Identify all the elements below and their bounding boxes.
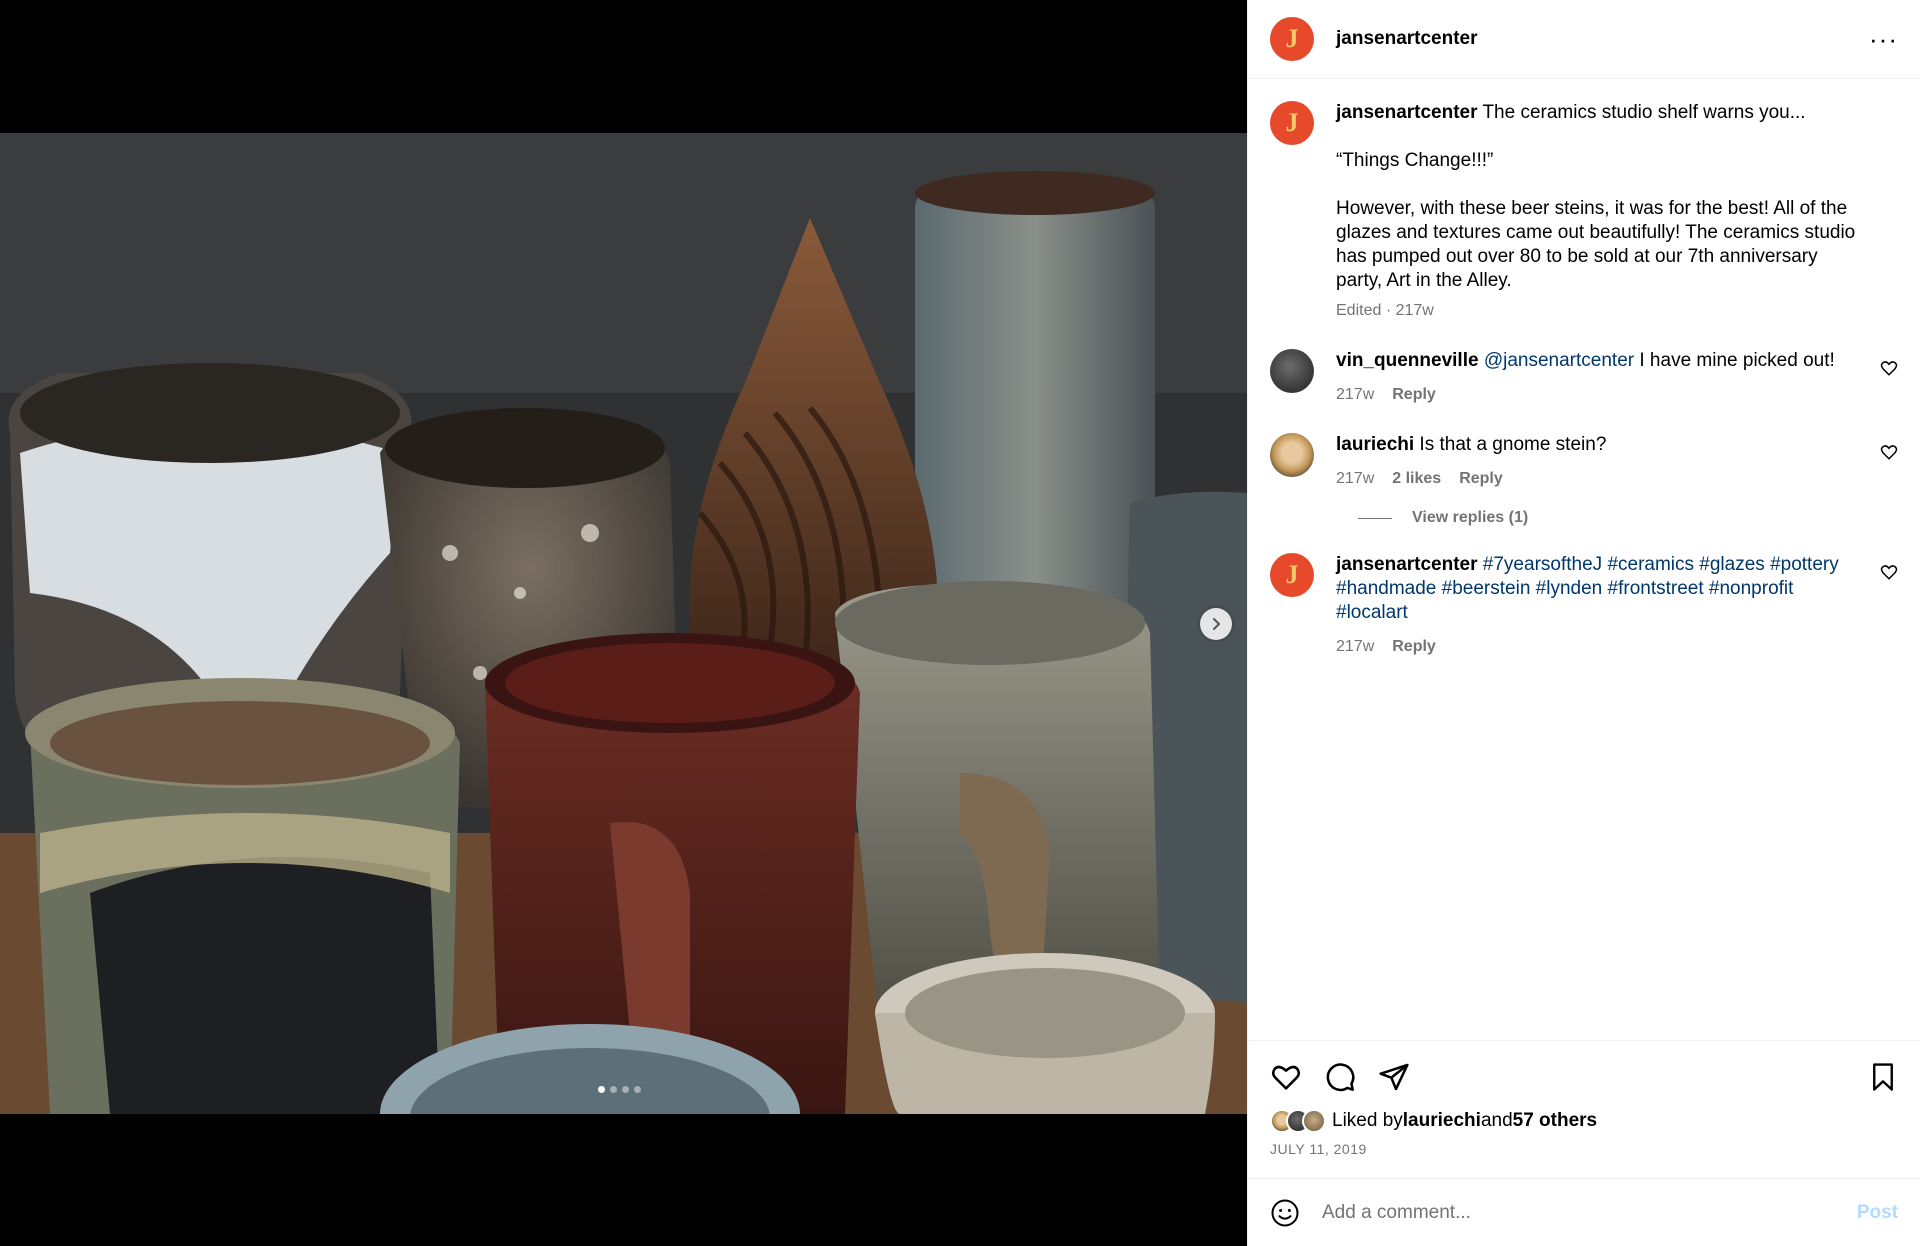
post-date: JULY 11, 2019 (1270, 1141, 1367, 1157)
view-replies-label: View replies (1) (1412, 509, 1529, 526)
comment-input[interactable] (1322, 1201, 1857, 1224)
comment-likes[interactable]: 2 likes (1392, 467, 1441, 491)
more-horizontal-icon[interactable]: ··· (1869, 26, 1898, 52)
caption-text: The ceramics studio shelf warns you... (1482, 102, 1806, 123)
heart-icon[interactable] (1880, 563, 1898, 581)
ceramics-photo (0, 133, 1247, 1114)
heart-icon[interactable] (1270, 1061, 1302, 1093)
heart-icon[interactable] (1880, 443, 1898, 461)
caption-text: “Things Change!!!” (1336, 150, 1494, 171)
hashtag-link[interactable]: #ceramics (1607, 554, 1694, 575)
header-username[interactable]: jansenartcenter (1336, 28, 1478, 50)
comment-composer: Post (1248, 1178, 1920, 1246)
comment-item: vin_quenneville @jansenartcenter I have … (1270, 349, 1898, 407)
bookmark-icon[interactable] (1868, 1061, 1898, 1093)
reply-button[interactable]: Reply (1392, 635, 1436, 659)
comment-text: I have mine picked out! (1634, 350, 1835, 371)
comment-item: lauriechi Is that a gnome stein? 217w 2 … (1270, 433, 1898, 491)
avatar (1302, 1109, 1326, 1133)
hashtag-link[interactable]: #7yearsoftheJ (1483, 554, 1602, 575)
hashtag-link[interactable]: #localart (1336, 602, 1408, 623)
hashtag-link[interactable]: #lynden (1536, 578, 1603, 599)
likes-summary: Liked by lauriechi and 57 others (1270, 1109, 1898, 1133)
chevron-right-icon (1213, 618, 1221, 630)
comment-username[interactable]: lauriechi (1336, 434, 1414, 455)
post-side-panel: J jansenartcenter ··· J jansenartcenter … (1247, 0, 1920, 1246)
view-replies-button[interactable]: View replies (1) (1358, 509, 1898, 527)
comment-text: Is that a gnome stein? (1414, 434, 1607, 455)
heart-icon[interactable] (1880, 359, 1898, 377)
hashtag-link[interactable]: #pottery (1770, 554, 1839, 575)
comment-username[interactable]: vin_quenneville (1336, 350, 1479, 371)
send-icon[interactable] (1378, 1061, 1410, 1093)
likes-mid: and (1480, 1110, 1513, 1131)
carousel-dot (622, 1086, 629, 1093)
comment-time: 217w (1336, 470, 1375, 487)
caption-username[interactable]: jansenartcenter (1336, 102, 1478, 123)
avatar[interactable] (1270, 349, 1314, 393)
post-comment-button[interactable]: Post (1857, 1202, 1898, 1224)
caption-text: However, with these beer steins, it was … (1336, 198, 1856, 291)
comment-time: 217w (1336, 638, 1375, 655)
avatar[interactable]: J (1270, 17, 1314, 61)
carousel-dot (610, 1086, 617, 1093)
comment-item: J jansenartcenter #7yearsoftheJ #ceramic… (1270, 553, 1898, 659)
likes-others-link[interactable]: 57 others (1513, 1110, 1597, 1132)
post-actions: Liked by lauriechi and 57 others JULY 11… (1248, 1040, 1920, 1157)
carousel-dot (634, 1086, 641, 1093)
avatar[interactable]: J (1270, 101, 1314, 145)
liked-by-user-link[interactable]: lauriechi (1403, 1110, 1481, 1132)
comment-icon[interactable] (1324, 1061, 1356, 1093)
comments-list: J jansenartcenter The ceramics studio sh… (1248, 79, 1920, 1039)
comment-username[interactable]: jansenartcenter (1336, 554, 1478, 575)
reply-button[interactable]: Reply (1459, 467, 1503, 491)
post-media (0, 0, 1247, 1246)
likes-prefix: Liked by (1332, 1110, 1403, 1131)
post-header: J jansenartcenter ··· (1248, 0, 1920, 79)
avatar[interactable]: J (1270, 553, 1314, 597)
hashtag-link[interactable]: #handmade (1336, 578, 1436, 599)
next-slide-button[interactable] (1200, 608, 1232, 640)
liker-avatars (1270, 1109, 1326, 1133)
hashtag-link[interactable]: #glazes (1699, 554, 1765, 575)
emoji-icon[interactable] (1270, 1198, 1300, 1228)
post-photo (0, 133, 1247, 1114)
avatar[interactable] (1270, 433, 1314, 477)
caption-edited-time: Edited · 217w (1336, 302, 1434, 319)
divider (1358, 517, 1392, 519)
comment-mention[interactable]: @jansenartcenter (1484, 350, 1634, 371)
hashtag-link[interactable]: #frontstreet (1608, 578, 1704, 599)
hashtag-link[interactable]: #nonprofit (1709, 578, 1794, 599)
reply-button[interactable]: Reply (1392, 383, 1436, 407)
carousel-indicator (598, 1086, 641, 1093)
caption: J jansenartcenter The ceramics studio sh… (1270, 101, 1898, 323)
comment-time: 217w (1336, 386, 1375, 403)
carousel-dot (598, 1086, 605, 1093)
hashtag-link[interactable]: #beerstein (1442, 578, 1531, 599)
